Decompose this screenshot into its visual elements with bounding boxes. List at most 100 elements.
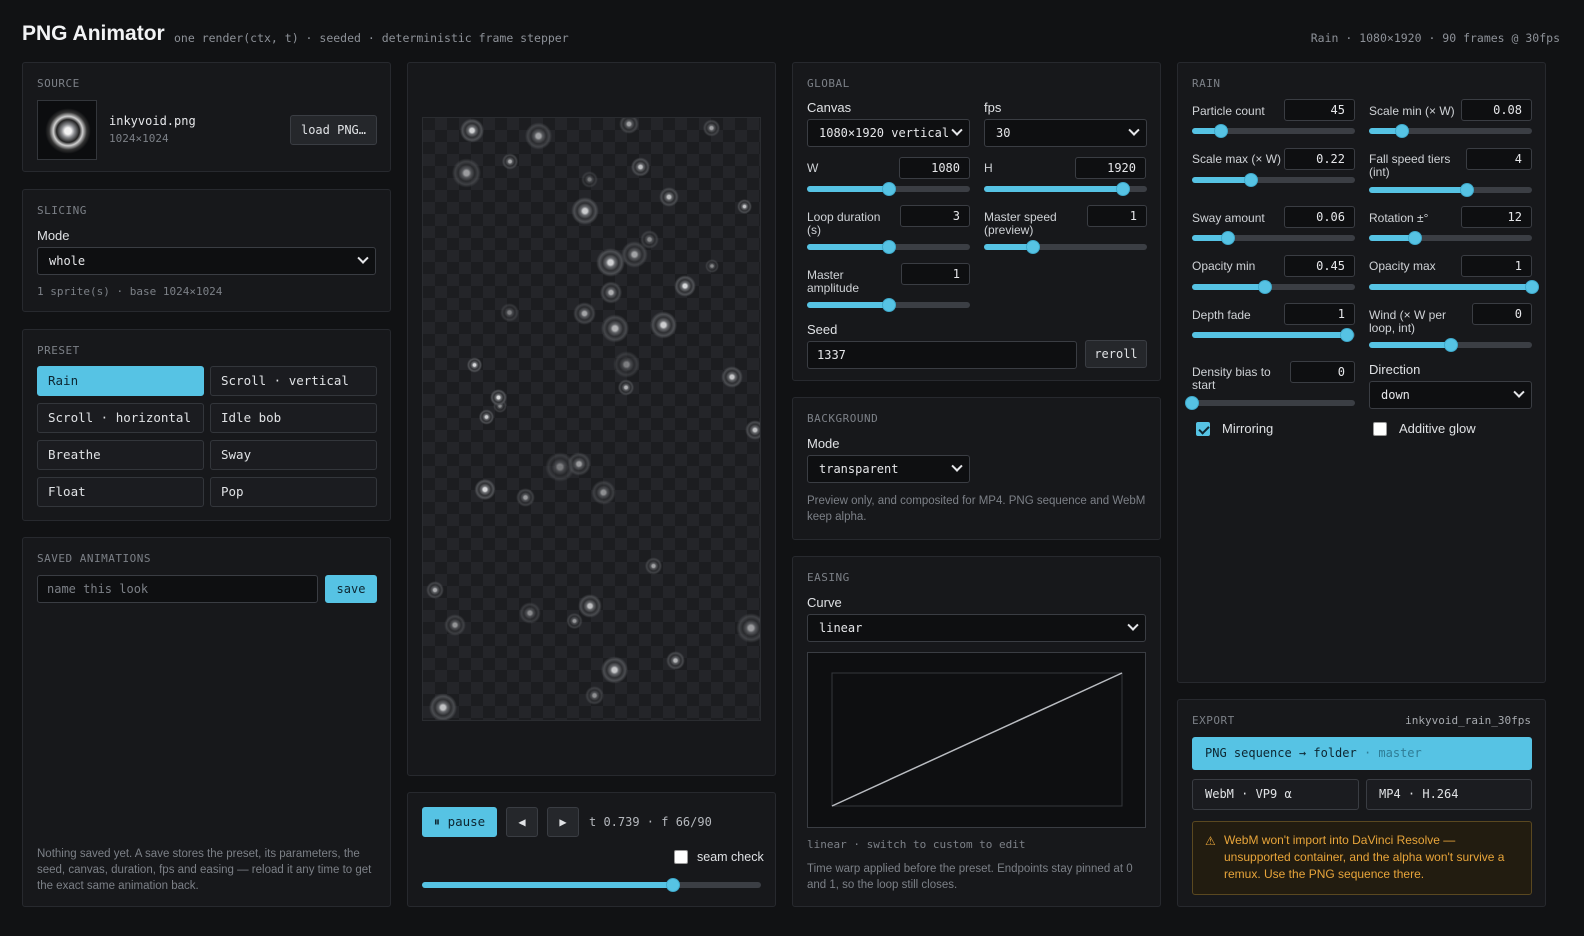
additive-glow-checkbox[interactable] xyxy=(1373,422,1387,436)
preset-breathe[interactable]: Breathe xyxy=(37,440,204,470)
rain-sprite xyxy=(649,311,678,339)
sway-amount-label: Sway amount xyxy=(1192,211,1265,225)
rain-sprite xyxy=(630,157,650,177)
wind-slider[interactable] xyxy=(1369,338,1532,352)
pause-button[interactable]: ⏸ pause xyxy=(422,807,497,837)
opacity-max-input[interactable]: 1 xyxy=(1461,255,1532,277)
scale-max-slider[interactable] xyxy=(1192,173,1355,187)
opacity-min-input[interactable]: 0.45 xyxy=(1284,255,1355,277)
scrubber-thumb[interactable] xyxy=(665,878,680,892)
w-input[interactable]: 1080 xyxy=(899,157,970,179)
export-filename: inkyvoid_rain_30fps xyxy=(1405,714,1531,727)
density-bias-input[interactable]: 0 xyxy=(1290,361,1355,383)
master-speed-label: Master speed (preview) xyxy=(984,210,1057,237)
preset-float[interactable]: Float xyxy=(37,477,204,507)
rotation-slider[interactable] xyxy=(1369,231,1532,245)
depth-fade-slider[interactable] xyxy=(1192,328,1355,342)
mirroring-checkbox[interactable] xyxy=(1196,422,1210,436)
rain-sprite xyxy=(585,686,605,706)
rain-sprite xyxy=(618,118,639,134)
fall-speed-tiers-slider[interactable] xyxy=(1369,183,1532,197)
rotation-input[interactable]: 12 xyxy=(1461,206,1532,228)
scale-min-input[interactable]: 0.08 xyxy=(1461,99,1532,121)
particle-count-input[interactable]: 45 xyxy=(1284,99,1355,121)
rain-sprite xyxy=(704,258,719,273)
fall-speed-tiers-input[interactable]: 4 xyxy=(1466,148,1532,170)
master-amplitude-slider[interactable] xyxy=(807,298,970,312)
step-back-icon: ◀ xyxy=(518,815,526,829)
sway-amount-input[interactable]: 0.06 xyxy=(1284,206,1355,228)
direction-select[interactable]: down xyxy=(1369,381,1532,409)
rain-sprite xyxy=(596,248,626,278)
loop-duration-slider[interactable] xyxy=(807,240,970,254)
rain-sprite xyxy=(566,613,583,630)
preset-scroll-horizontal[interactable]: Scroll · horizontal xyxy=(37,403,204,433)
rain-sprite xyxy=(466,357,482,373)
depth-fade-input[interactable]: 1 xyxy=(1284,303,1355,325)
load-png-button[interactable]: load PNG… xyxy=(290,115,377,145)
density-bias-slider[interactable] xyxy=(1185,396,1355,410)
slicing-mode-label: Mode xyxy=(37,228,70,243)
source-panel: SOURCE inkyvoid.png 1024×1024 load PNG… xyxy=(22,62,391,172)
direction-label: Direction xyxy=(1369,362,1421,377)
seam-check-label: seam check xyxy=(697,850,764,864)
next-frame-button[interactable]: ▶ xyxy=(547,807,579,837)
export-mp4-button[interactable]: MP4 · H.264 xyxy=(1366,779,1532,810)
slicing-info: 1 sprite(s) · base 1024×1024 xyxy=(37,285,223,298)
chevron-down-icon xyxy=(951,124,963,136)
wind-input[interactable]: 0 xyxy=(1472,303,1532,325)
rain-sprite xyxy=(621,241,649,268)
particle-count-slider[interactable] xyxy=(1192,124,1355,138)
easing-panel: EASING Curve linear linear · switch to c… xyxy=(792,556,1161,907)
scale-min-slider[interactable] xyxy=(1369,124,1532,138)
scale-min-label: Scale min (× W) xyxy=(1369,104,1455,118)
master-speed-input[interactable]: 1 xyxy=(1087,205,1147,227)
loop-duration-input[interactable]: 3 xyxy=(900,205,970,227)
rain-sprite xyxy=(599,281,622,304)
chevron-down-icon xyxy=(357,252,369,264)
prev-frame-button[interactable]: ◀ xyxy=(506,807,538,837)
master-speed-slider[interactable] xyxy=(984,240,1147,254)
background-mode-select[interactable]: transparent xyxy=(807,455,970,483)
save-button[interactable]: save xyxy=(325,575,377,603)
rain-sprite xyxy=(502,153,519,170)
preset-sway[interactable]: Sway xyxy=(210,440,377,470)
rain-sprite xyxy=(451,158,482,188)
easing-title: EASING xyxy=(807,571,850,584)
rain-sprite xyxy=(735,612,760,643)
rain-sprite xyxy=(443,614,466,637)
sway-amount-slider[interactable] xyxy=(1192,231,1355,245)
canvas-select[interactable]: 1080×1920 vertical xyxy=(807,119,970,147)
background-title: BACKGROUND xyxy=(807,412,879,425)
preset-title: PRESET xyxy=(37,344,80,357)
h-slider[interactable] xyxy=(984,182,1147,196)
preset-pop[interactable]: Pop xyxy=(210,477,377,507)
fps-select[interactable]: 30 xyxy=(984,119,1147,147)
seam-check-checkbox[interactable] xyxy=(674,850,688,864)
rain-sprite xyxy=(658,186,680,208)
slicing-mode-select[interactable]: whole xyxy=(37,247,376,275)
export-webm-button[interactable]: WebM · VP9 α xyxy=(1192,779,1359,810)
export-warning: ⚠ WebM won't import into DaVinci Resolve… xyxy=(1192,821,1532,895)
opacity-min-slider[interactable] xyxy=(1192,280,1355,294)
scale-max-label: Scale max (× W) xyxy=(1192,152,1282,166)
timeline-scrubber[interactable] xyxy=(422,878,761,892)
export-png-sequence-button[interactable]: PNG sequence → folder · master xyxy=(1192,737,1532,770)
scale-max-input[interactable]: 0.22 xyxy=(1284,148,1355,170)
w-slider[interactable] xyxy=(807,182,970,196)
reroll-button[interactable]: reroll xyxy=(1085,340,1147,368)
rain-sprite xyxy=(473,478,496,501)
time-readout: t 0.739 · f 66/90 xyxy=(589,815,712,829)
h-input[interactable]: 1920 xyxy=(1075,157,1146,179)
source-filename: inkyvoid.png xyxy=(109,114,196,128)
preset-idle-bob[interactable]: Idle bob xyxy=(210,403,377,433)
seed-input[interactable]: 1337 xyxy=(807,341,1077,369)
preset-rain[interactable]: Rain xyxy=(37,366,204,396)
save-name-input[interactable]: name this look xyxy=(37,575,318,603)
chevron-down-icon xyxy=(1128,124,1140,136)
master-amplitude-input[interactable]: 1 xyxy=(901,263,970,285)
opacity-max-slider[interactable] xyxy=(1369,280,1539,294)
curve-select[interactable]: linear xyxy=(807,614,1146,642)
preset-scroll-vertical[interactable]: Scroll · vertical xyxy=(210,366,377,396)
preview-canvas[interactable] xyxy=(422,117,761,721)
